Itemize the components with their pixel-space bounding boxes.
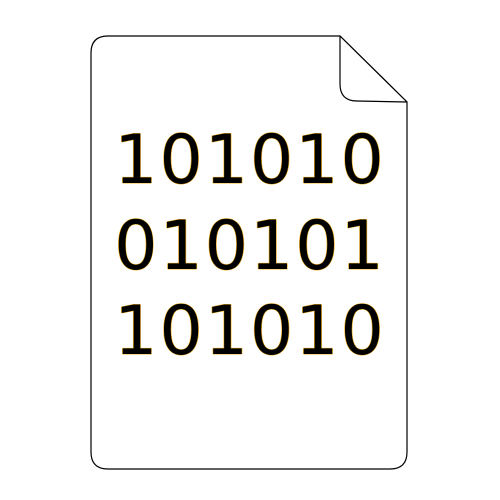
document-outline	[90, 35, 408, 470]
dog-ear-fold	[339, 35, 408, 103]
binary-file-icon: 101010 010101 101010	[0, 0, 500, 500]
